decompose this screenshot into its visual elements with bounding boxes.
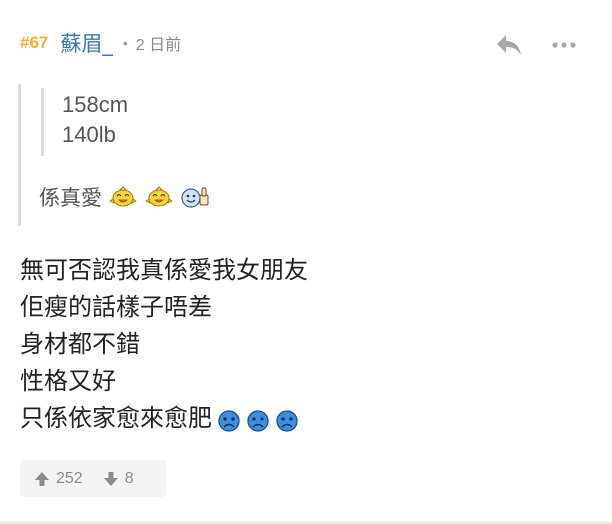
vote-bar: 252 8 bbox=[20, 460, 166, 497]
post-container: #67 蘇眉_ • 2 日前 158cm 140lb 係真愛 無可否認我真係愛我… bbox=[0, 0, 612, 524]
post-header: #67 蘇眉_ • 2 日前 bbox=[20, 26, 181, 60]
body-line: 只係依家愈來愈肥 bbox=[20, 400, 308, 437]
arrow-up-icon bbox=[35, 471, 49, 486]
sad-face-emoji bbox=[217, 407, 241, 432]
sad-face-emoji bbox=[246, 407, 270, 432]
thumbs-up-smiley-emoji bbox=[180, 185, 210, 209]
nested-quote-line: 140lb bbox=[62, 122, 116, 147]
sad-face-emoji bbox=[275, 407, 299, 432]
body-line-text: 無可否認我真係愛我女朋友 bbox=[20, 256, 308, 284]
arrow-down-icon bbox=[103, 471, 118, 486]
timestamp: 2 日前 bbox=[135, 37, 182, 54]
reply-icon[interactable] bbox=[494, 32, 524, 58]
body-line-text: 佢瘦的話樣子唔差 bbox=[20, 293, 212, 321]
yellow-bird-emoji bbox=[108, 185, 138, 209]
upvote-count: 252 bbox=[56, 469, 83, 487]
body-line: 無可否認我真係愛我女朋友 bbox=[20, 252, 308, 289]
body-line-text: 性格又好 bbox=[20, 367, 116, 395]
meta-separator: • bbox=[122, 35, 128, 51]
quote-text-row: 係真愛 bbox=[39, 182, 210, 212]
downvote-count: 8 bbox=[124, 469, 134, 487]
downvote-button[interactable]: 8 bbox=[103, 470, 134, 488]
body-line: 佢瘦的話樣子唔差 bbox=[20, 289, 308, 326]
post-body: 無可否認我真係愛我女朋友 佢瘦的話樣子唔差 身材都不錯 性格又好 只係依家愈來愈… bbox=[20, 252, 308, 437]
post-number[interactable]: #67 bbox=[20, 33, 48, 53]
nested-quote-line: 158cm bbox=[62, 92, 129, 117]
body-line: 性格又好 bbox=[20, 363, 308, 400]
upvote-button[interactable]: 252 bbox=[34, 470, 83, 488]
nested-quote-block: 158cm 140lb bbox=[41, 88, 244, 156]
body-line-text: 只係依家愈來愈肥 bbox=[20, 404, 212, 432]
quote-block: 158cm 140lb 係真愛 bbox=[18, 84, 281, 226]
username[interactable]: 蘇眉_ bbox=[60, 28, 113, 58]
yellow-bird-emoji bbox=[144, 185, 174, 209]
quote-text: 係真愛 bbox=[39, 186, 102, 210]
more-options-icon[interactable] bbox=[550, 36, 578, 54]
body-line-text: 身材都不錯 bbox=[20, 330, 140, 358]
body-line: 身材都不錯 bbox=[20, 326, 308, 363]
